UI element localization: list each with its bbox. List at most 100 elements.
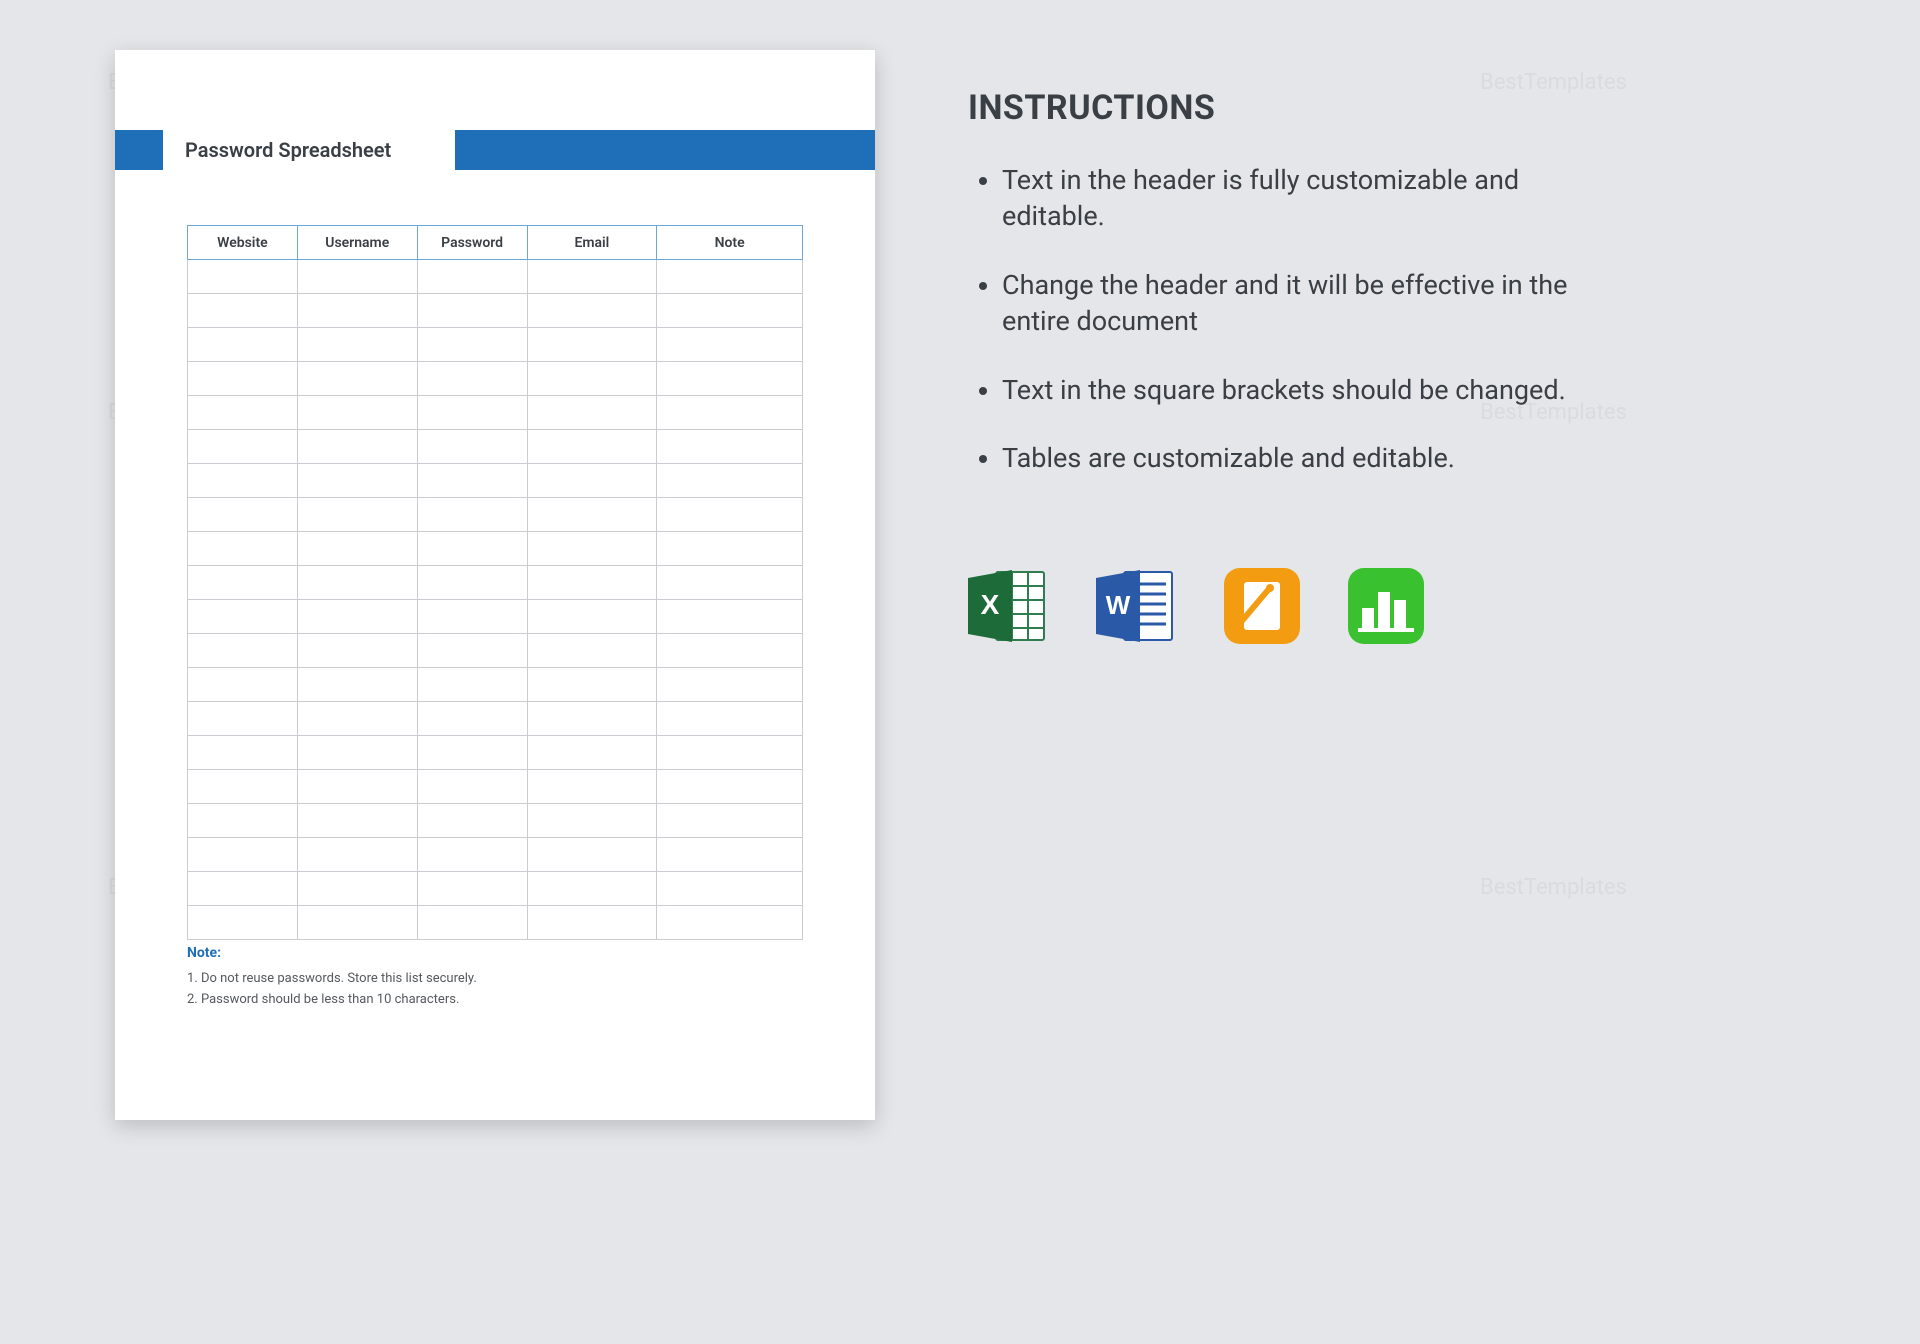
table-row (188, 396, 803, 430)
table-cell (417, 872, 527, 906)
notes-section: Note: 1. Do not reuse passwords. Store t… (187, 945, 803, 1013)
table-cell (657, 600, 803, 634)
table-cell (297, 566, 417, 600)
password-table: Website Username Password Email Note (187, 225, 803, 940)
table-row (188, 328, 803, 362)
table-cell (527, 838, 657, 872)
table-row (188, 498, 803, 532)
table-cell (657, 668, 803, 702)
table-row (188, 770, 803, 804)
title-bar: Password Spreadsheet (115, 130, 875, 170)
table-row (188, 532, 803, 566)
instruction-item: Text in the square brackets should be ch… (1002, 372, 1598, 408)
table-cell (657, 396, 803, 430)
table-cell (297, 294, 417, 328)
table-cell (657, 872, 803, 906)
table-cell (297, 328, 417, 362)
note-label: Note: (187, 945, 803, 961)
table-row (188, 464, 803, 498)
table-cell (527, 736, 657, 770)
table-cell (188, 770, 298, 804)
table-cell (417, 498, 527, 532)
table-cell (188, 906, 298, 940)
table-cell (657, 532, 803, 566)
table-cell (297, 464, 417, 498)
table-cell (297, 260, 417, 294)
table-cell (657, 906, 803, 940)
table-cell (297, 872, 417, 906)
table-cell (417, 532, 527, 566)
table-cell (417, 600, 527, 634)
svg-text:X: X (981, 589, 1000, 620)
document-title: Password Spreadsheet (163, 130, 455, 170)
table-cell (657, 464, 803, 498)
table-cell (527, 566, 657, 600)
table-row (188, 260, 803, 294)
table-cell (417, 770, 527, 804)
table-cell (657, 566, 803, 600)
table-cell (527, 702, 657, 736)
table-cell (657, 770, 803, 804)
table-cell (527, 464, 657, 498)
word-icon: W (1096, 568, 1176, 644)
table-row (188, 294, 803, 328)
canvas: BestTemplates BestTemplates BestTemplate… (0, 0, 1920, 1344)
table-cell (417, 702, 527, 736)
template-page: Password Spreadsheet Website Username Pa… (115, 50, 875, 1120)
table-cell (527, 872, 657, 906)
table-cell (527, 770, 657, 804)
table-cell (188, 294, 298, 328)
table-cell (297, 532, 417, 566)
numbers-icon (1348, 568, 1424, 644)
table-cell (527, 600, 657, 634)
table-cell (417, 362, 527, 396)
excel-icon: X (968, 568, 1048, 644)
table-cell (297, 362, 417, 396)
table-cell (417, 566, 527, 600)
table-cell (417, 328, 527, 362)
table-cell (297, 770, 417, 804)
table-cell (417, 294, 527, 328)
table-cell (188, 260, 298, 294)
table-header-row: Website Username Password Email Note (188, 226, 803, 260)
table-cell (657, 362, 803, 396)
table-cell (297, 702, 417, 736)
instructions-heading: INSTRUCTIONS (968, 88, 1598, 128)
table-cell (188, 872, 298, 906)
table-cell (188, 396, 298, 430)
table-cell (657, 498, 803, 532)
table-cell (527, 498, 657, 532)
table-cell (657, 736, 803, 770)
table-cell (297, 498, 417, 532)
col-website: Website (188, 226, 298, 260)
table-cell (527, 328, 657, 362)
table-cell (297, 906, 417, 940)
table-cell (188, 736, 298, 770)
table-cell (527, 396, 657, 430)
table-cell (297, 668, 417, 702)
table-cell (657, 702, 803, 736)
table-cell (657, 838, 803, 872)
table-cell (417, 668, 527, 702)
title-bar-accent-left (115, 130, 163, 170)
table-row (188, 702, 803, 736)
table-cell (188, 600, 298, 634)
table-cell (417, 906, 527, 940)
table-cell (417, 804, 527, 838)
table-row (188, 838, 803, 872)
table-cell (417, 396, 527, 430)
table-cell (417, 838, 527, 872)
table-cell (657, 328, 803, 362)
table-row (188, 600, 803, 634)
watermark: BestTemplates (1480, 875, 1627, 900)
table-cell (527, 362, 657, 396)
note-line: 2. Password should be less than 10 chara… (187, 992, 803, 1007)
table-row (188, 736, 803, 770)
table-cell (297, 396, 417, 430)
table-cell (657, 804, 803, 838)
table-cell (657, 634, 803, 668)
table-cell (417, 634, 527, 668)
svg-text:W: W (1106, 590, 1131, 620)
table-cell (417, 464, 527, 498)
table-cell (188, 804, 298, 838)
